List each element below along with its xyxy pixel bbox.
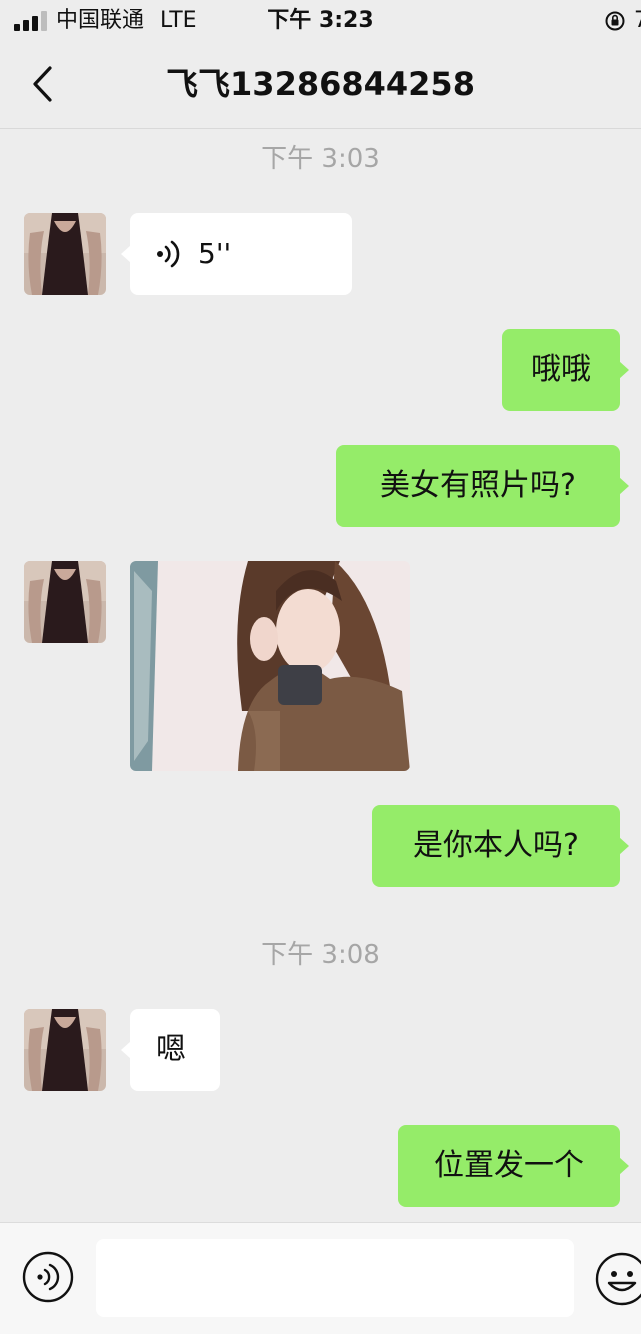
outgoing-message-bubble[interactable]: 是你本人吗? [372, 805, 629, 887]
smiley-face-icon[interactable] [594, 1251, 641, 1307]
voice-wave-icon [157, 240, 180, 268]
contact-avatar[interactable] [24, 1009, 106, 1091]
voice-duration: 5'' [198, 237, 232, 270]
contact-avatar[interactable] [24, 213, 106, 295]
message-timestamp: 下午 3:03 [261, 144, 380, 174]
incoming-message-bubble[interactable]: 嗯 [121, 1009, 220, 1091]
image-message[interactable] [130, 561, 410, 771]
message-input-bar [0, 1222, 641, 1334]
message-timestamp: 下午 3:08 [261, 940, 380, 970]
rotation-lock-icon [605, 11, 625, 31]
status-bar: 中国联通LTE 下午 3:23 7 [0, 0, 641, 42]
voice-message-bubble[interactable]: 5'' [121, 213, 352, 295]
contact-avatar[interactable] [24, 561, 106, 643]
battery-percent: 7 [634, 6, 641, 36]
chat-title: 飞飞13286844258 [166, 65, 475, 103]
chat-screen: 中国联通LTE 下午 3:23 7 飞飞13286844258 下午 3:03 [0, 0, 641, 1334]
message-input[interactable] [96, 1239, 574, 1317]
outgoing-message-bubble[interactable]: 位置发一个 [398, 1125, 629, 1207]
outgoing-message-bubble[interactable]: 美女有照片吗? [336, 445, 629, 527]
voice-toggle-icon[interactable] [22, 1251, 74, 1303]
status-time: 下午 3:23 [267, 8, 374, 33]
outgoing-message-bubble[interactable]: 哦哦 [502, 329, 629, 411]
chat-header: 飞飞13286844258 [0, 42, 641, 129]
